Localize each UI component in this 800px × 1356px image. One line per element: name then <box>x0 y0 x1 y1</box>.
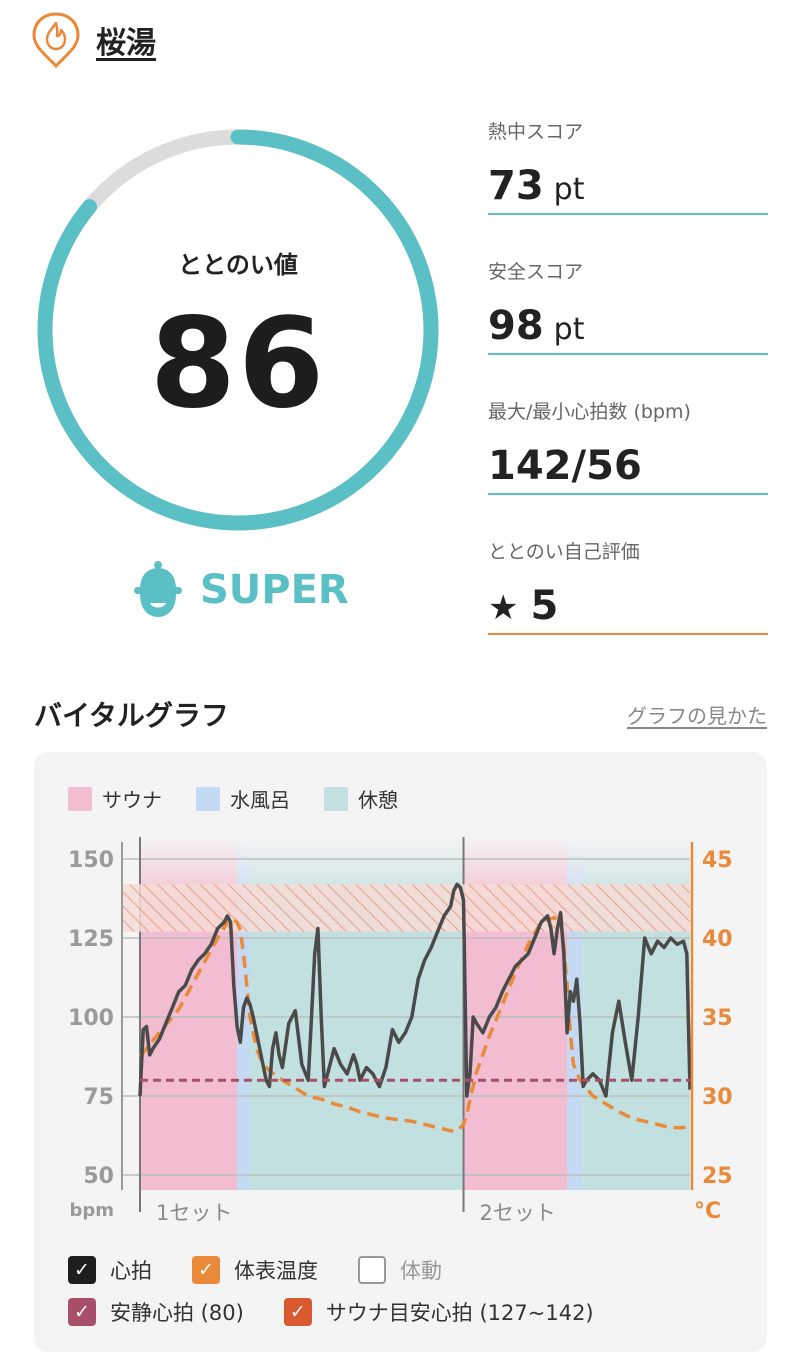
vital-chart: 150 125 100 75 50 45 40 35 30 25 bpm °C 1セット 2セット <box>68 837 733 1225</box>
toggle-skin-temperature[interactable]: ✓ 体表温度 <box>192 1255 318 1285</box>
vital-graph-card: サウナ 水風呂 休憩 150 125 100 75 50 45 40 35 30 25 bpm °C 1… <box>34 752 767 1352</box>
heart-rate-label: 最大/最小心拍数 (bpm) <box>488 401 691 423</box>
checkbox-checked-icon[interactable]: ✓ <box>68 1256 96 1284</box>
header: 桜湯 <box>30 10 770 70</box>
right-tick-label: 40 <box>702 927 733 952</box>
self-rating-metric: ととのい自己評価 ★ 5 <box>488 533 768 653</box>
toggle-resting-heart-rate[interactable]: ✓ 安静心拍 (80) <box>68 1297 244 1327</box>
series-toggles: ✓ 心拍 ✓ 体表温度 体動 ✓ 安静心拍 (80) ✓ サウナ目安心拍 (12… <box>68 1250 748 1334</box>
heat-score-value: 73 pt <box>488 163 585 209</box>
left-tick-label: 50 <box>83 1164 114 1189</box>
heart-rate-value: 142/56 <box>488 443 642 489</box>
safety-score-metric: 安全スコア 98 pt <box>488 253 768 373</box>
left-tick-label: 100 <box>68 1006 114 1031</box>
legend-item-cold-bath: 水風呂 <box>196 784 290 813</box>
legend-item-sauna: サウナ <box>68 784 162 813</box>
set-label: 1セット <box>156 1201 232 1225</box>
divider <box>488 493 768 495</box>
right-tick-label: 35 <box>702 1006 733 1031</box>
heat-score-metric: 熱中スコア 73 pt <box>488 113 768 233</box>
legend-swatch <box>324 786 348 811</box>
safety-score-unit: pt <box>553 312 585 347</box>
toggle-body-motion[interactable]: 体動 <box>358 1255 442 1285</box>
heat-score-unit: pt <box>553 172 585 207</box>
checkbox-checked-icon[interactable]: ✓ <box>192 1256 220 1284</box>
right-tick-label: 45 <box>702 848 733 873</box>
checkbox-checked-icon[interactable]: ✓ <box>283 1298 312 1326</box>
gauge-label: ととのい値 <box>178 251 298 279</box>
gauge-value: 86 <box>149 292 327 436</box>
self-rating-label: ととのい自己評価 <box>488 541 640 563</box>
divider <box>488 633 768 635</box>
legend-swatch <box>68 786 92 811</box>
rank-badge: SUPER <box>130 558 349 622</box>
heat-score-label: 熱中スコア <box>488 121 584 143</box>
phase-legend: サウナ 水風呂 休憩 <box>68 784 432 813</box>
checkbox-checked-icon[interactable]: ✓ <box>68 1298 96 1326</box>
left-tick-label: 150 <box>68 848 114 873</box>
left-axis-unit: bpm <box>69 1200 114 1221</box>
graph-guide-link[interactable]: グラフの見かた <box>627 700 767 729</box>
rank-label: SUPER <box>200 567 349 613</box>
sauna-target-band <box>122 884 690 932</box>
left-tick-label: 75 <box>83 1085 114 1110</box>
set-label: 2セット <box>480 1201 556 1225</box>
toggle-sauna-target-heart-rate[interactable]: ✓ サウナ目安心拍 (127~142) <box>283 1297 594 1327</box>
self-rating-value: ★ 5 <box>488 583 559 629</box>
totonoi-gauge: ととのい値 86 <box>28 120 448 540</box>
star-icon: ★ <box>488 588 519 628</box>
facility-name-link[interactable]: 桜湯 <box>96 18 156 62</box>
right-axis-unit: °C <box>694 1199 721 1224</box>
legend-item-rest: 休憩 <box>324 784 398 813</box>
flame-location-pin-icon[interactable] <box>30 11 82 69</box>
divider <box>488 213 768 215</box>
divider <box>488 353 768 355</box>
right-tick-label: 30 <box>702 1085 733 1110</box>
safety-score-value: 98 pt <box>488 303 585 349</box>
left-tick-label: 125 <box>68 927 114 952</box>
legend-swatch <box>196 786 220 811</box>
sauna-target-band <box>122 884 690 932</box>
toggle-heart-rate[interactable]: ✓ 心拍 <box>68 1255 152 1285</box>
safety-score-label: 安全スコア <box>488 261 584 283</box>
right-tick-label: 25 <box>702 1164 733 1189</box>
vital-graph-title: バイタルグラフ <box>34 699 229 732</box>
heart-rate-metric: 最大/最小心拍数 (bpm) 142/56 <box>488 393 768 513</box>
sauna-hat-face-icon <box>134 561 182 617</box>
checkbox-unchecked-icon[interactable] <box>358 1256 386 1284</box>
